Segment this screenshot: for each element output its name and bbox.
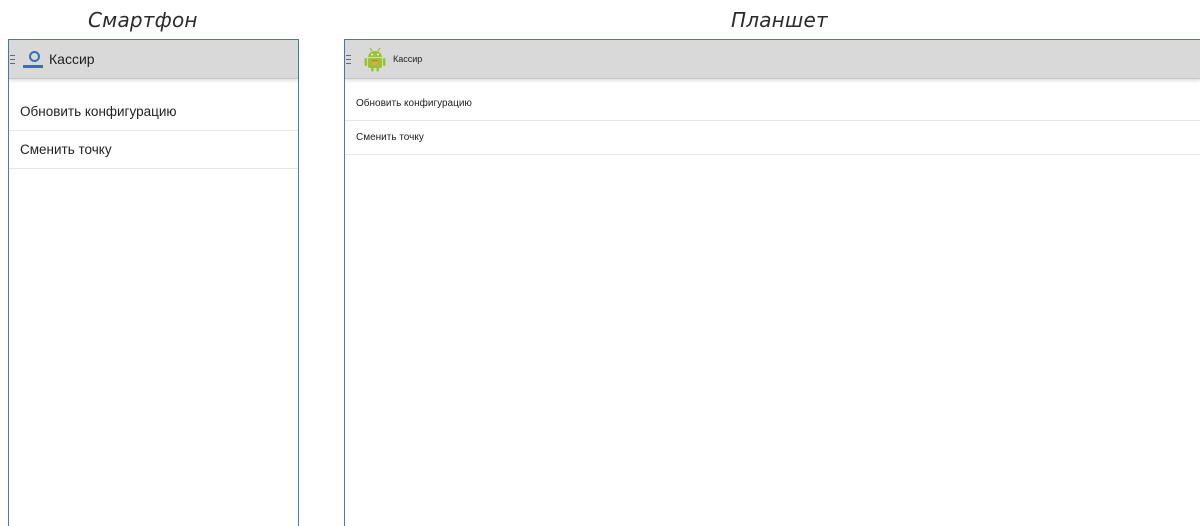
menu-item-change-point[interactable]: Сменить точку [345,121,1200,155]
menu-item-update-config[interactable]: Обновить конфигурацию [9,93,298,131]
phone-menu-list: Обновить конфигурацию Сменить точку [9,93,298,169]
phone-screen: Кассир Обновить конфигурацию Сменить точ… [8,39,299,526]
menu-item-update-config[interactable]: Обновить конфигурацию [345,87,1200,121]
phone-caption: Смартфон [88,8,198,32]
cashier-logo-icon [23,49,43,69]
tablet-menu-list: Обновить конфигурацию Сменить точку [345,87,1200,155]
tablet-caption: Планшет [731,8,828,32]
menu-item-change-point[interactable]: Сменить точку [9,131,298,169]
tablet-app-bar: Кассир [345,40,1200,79]
phone-app-bar: Кассир [9,40,298,79]
app-title: Кассир [393,54,423,64]
app-title: Кассир [49,51,95,67]
android-icon [363,46,387,72]
menu-icon[interactable] [10,54,15,64]
tablet-screen: Кассир Обновить конфигурацию Сменить точ… [344,39,1200,526]
menu-icon[interactable] [346,54,351,64]
